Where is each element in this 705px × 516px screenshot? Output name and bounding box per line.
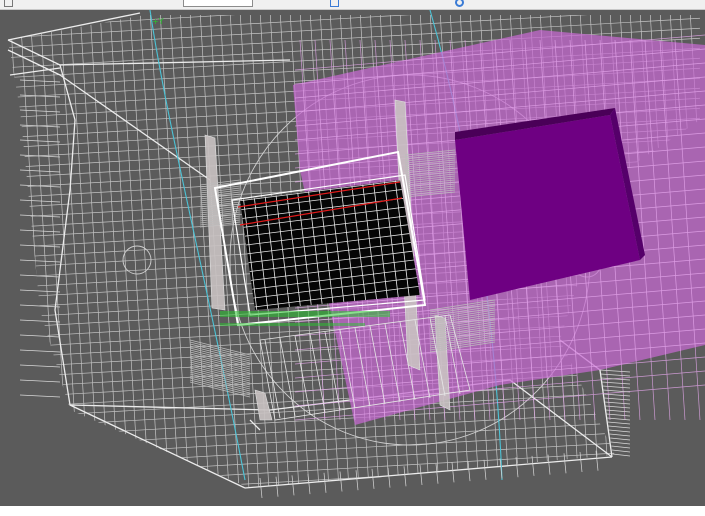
- toolbar-icon[interactable]: [4, 0, 13, 7]
- axis-label: +Y: [152, 17, 164, 26]
- annotation-bar: [220, 311, 390, 317]
- view-icon[interactable]: [330, 0, 339, 7]
- info-icon[interactable]: [455, 0, 464, 7]
- status-bar: [0, 506, 705, 516]
- wireframe-scene[interactable]: +Y: [0, 10, 705, 506]
- annotation-bar-secondary: [220, 323, 365, 326]
- cad-application: +Y: [0, 0, 705, 516]
- toolbar: [0, 0, 705, 10]
- toolbar-input[interactable]: [183, 0, 253, 7]
- 3d-viewport[interactable]: +Y: [0, 10, 705, 506]
